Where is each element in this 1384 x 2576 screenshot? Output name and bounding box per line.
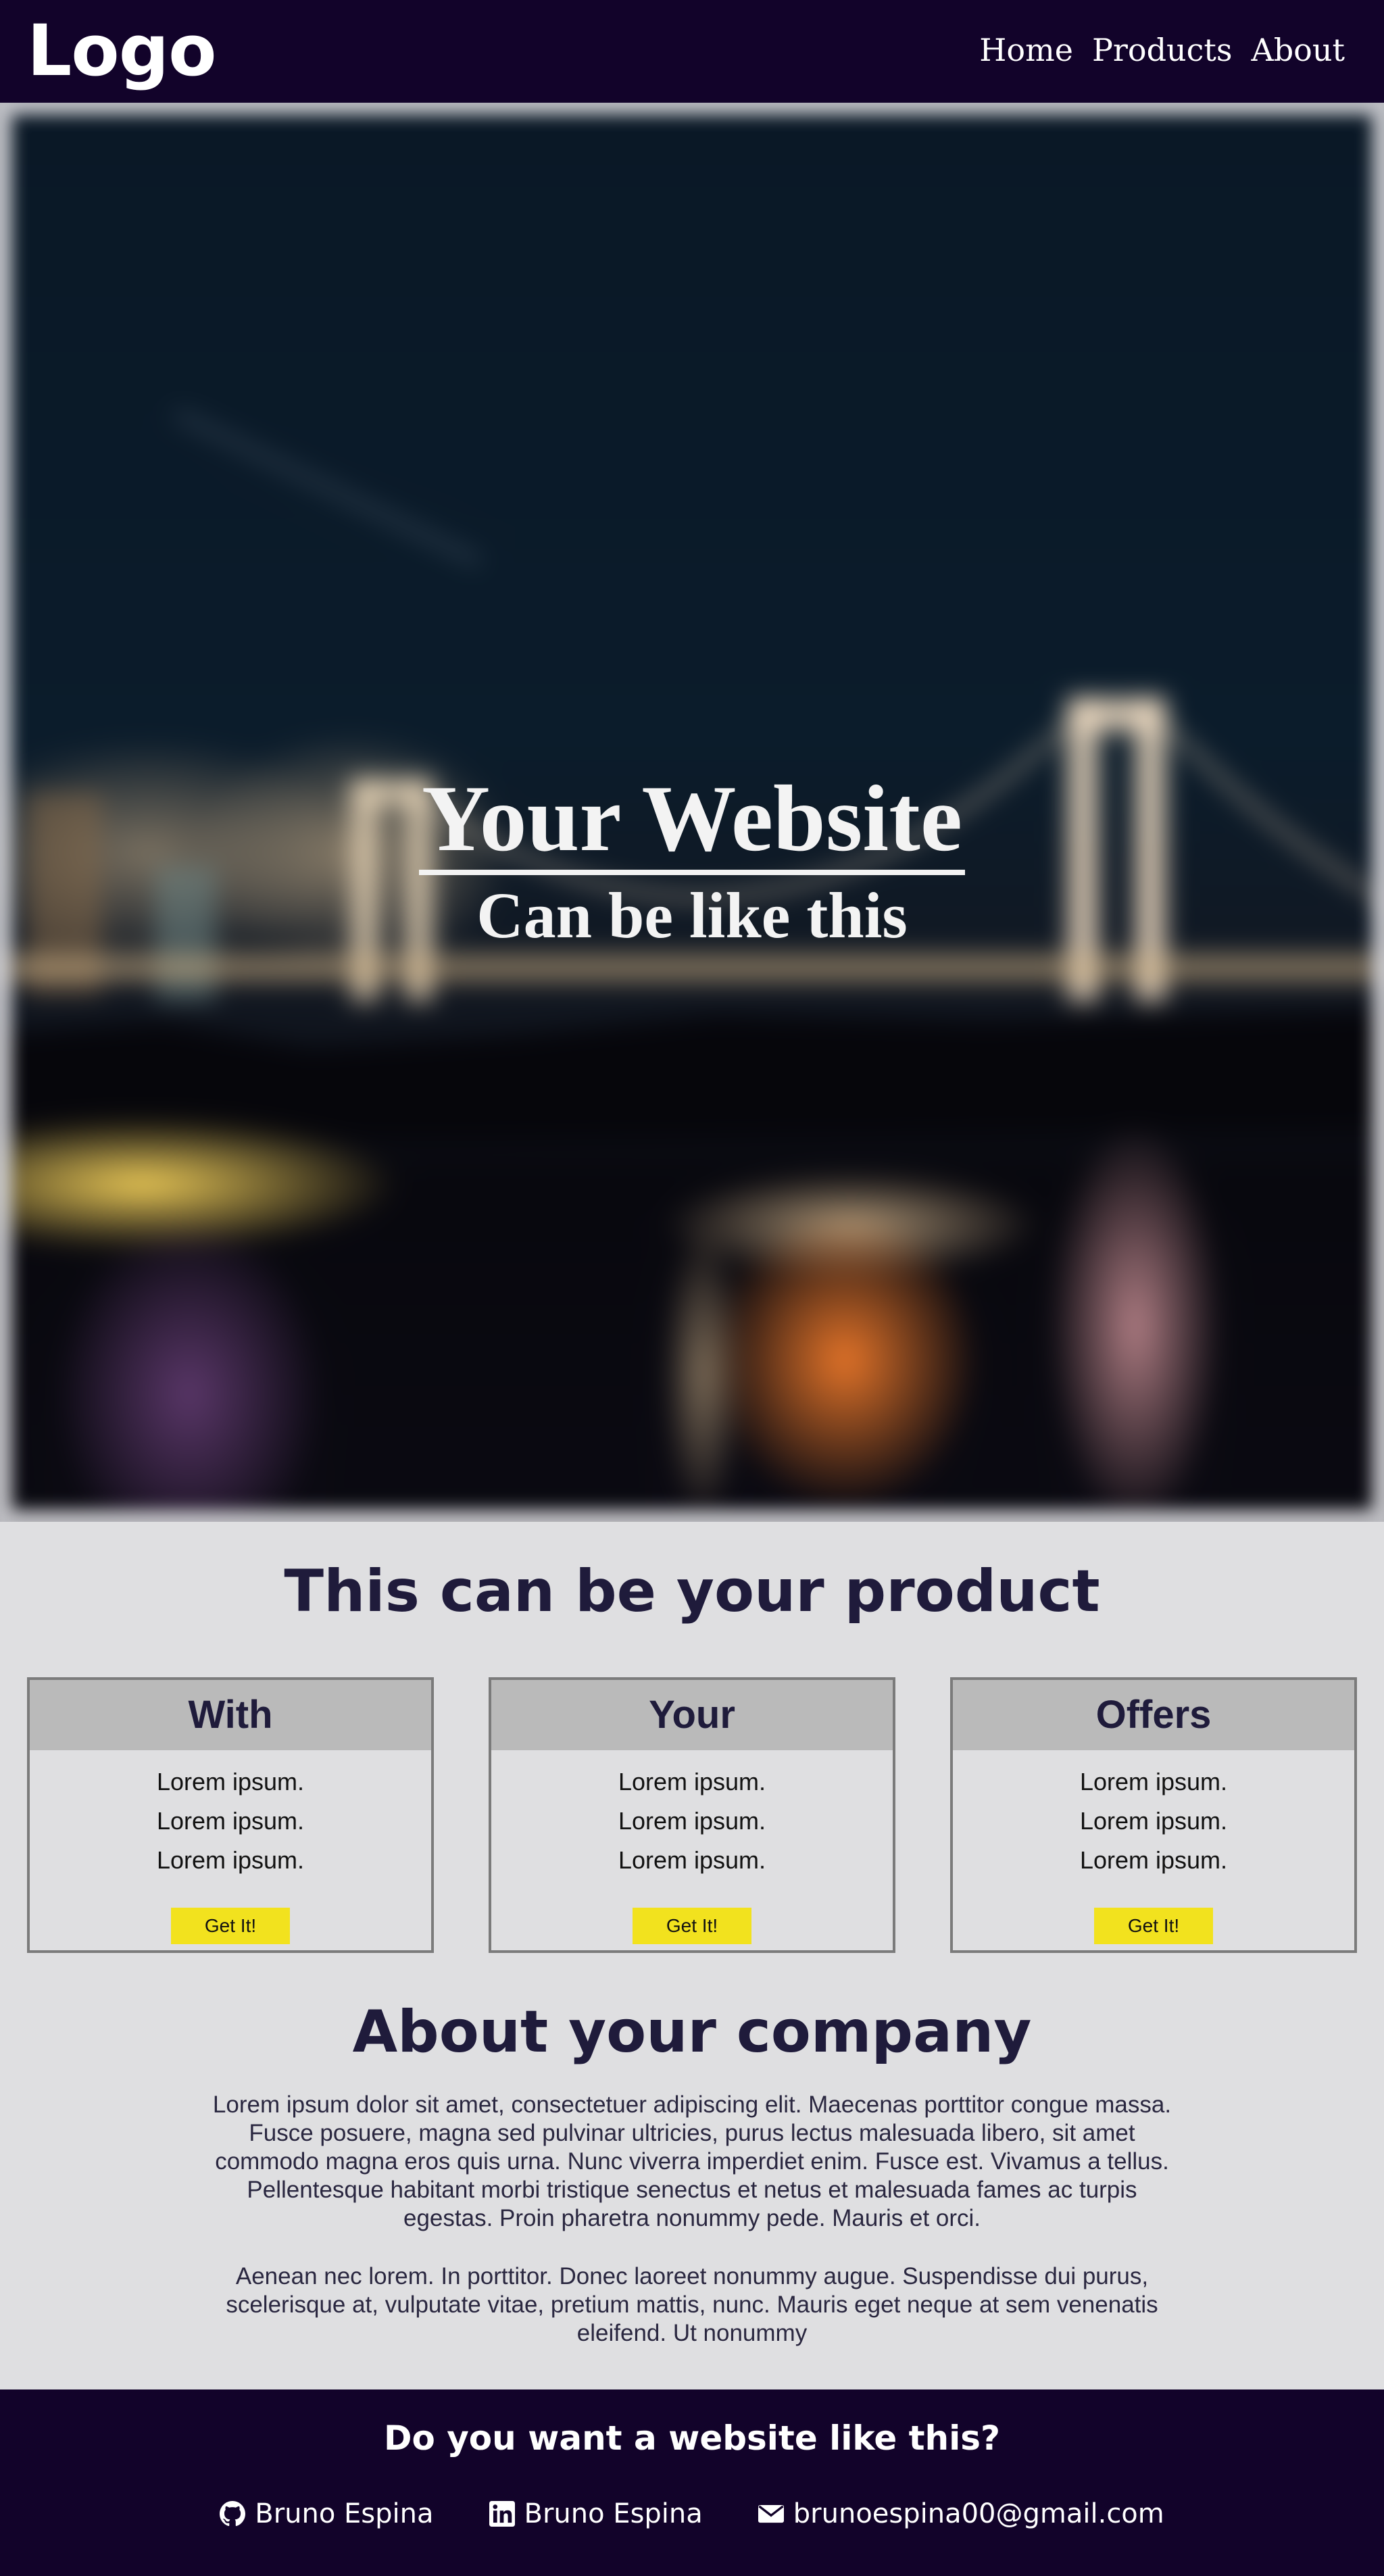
envelope-icon [758, 2504, 784, 2523]
about-paragraph: Lorem ipsum dolor sit amet, consectetuer… [212, 2091, 1172, 2231]
github-icon [220, 2501, 246, 2527]
footer-title: Do you want a website like this? [383, 2419, 1001, 2458]
card-item: Lorem ipsum. [618, 1768, 766, 1795]
card-heading: Your [491, 1680, 893, 1750]
navbar: Logo Home Products About [0, 0, 1384, 103]
card-heading: With [30, 1680, 431, 1750]
linkedin-icon [489, 2501, 515, 2527]
card-item: Lorem ipsum. [618, 1846, 766, 1874]
card-item: Lorem ipsum. [156, 1807, 305, 1835]
email-label: brunoespina00@gmail.com [793, 2498, 1164, 2529]
nav-links: Home Products About [979, 30, 1345, 70]
nav-link-products[interactable]: Products [1092, 30, 1233, 70]
card-item: Lorem ipsum. [156, 1846, 305, 1874]
product-card: Offers Lorem ipsum. Lorem ipsum. Lorem i… [950, 1677, 1357, 1953]
card-item: Lorem ipsum. [1079, 1846, 1228, 1874]
product-card: Your Lorem ipsum. Lorem ipsum. Lorem ips… [489, 1677, 895, 1953]
get-it-button[interactable]: Get It! [633, 1908, 751, 1944]
card-items: Lorem ipsum. Lorem ipsum. Lorem ipsum. [491, 1762, 893, 1880]
products-title: This can be your product [284, 1558, 1100, 1625]
github-label: Bruno Espina [255, 2498, 434, 2529]
hero-section: Your Website Can be like this [0, 103, 1384, 1522]
product-card: With Lorem ipsum. Lorem ipsum. Lorem ips… [27, 1677, 434, 1953]
nav-link-home[interactable]: Home [979, 30, 1073, 70]
hero-title-text: Your Website [419, 768, 965, 875]
card-item: Lorem ipsum. [1079, 1807, 1228, 1835]
nav-link-about[interactable]: About [1252, 30, 1345, 70]
card-items: Lorem ipsum. Lorem ipsum. Lorem ipsum. [953, 1762, 1354, 1880]
contact-links: Bruno Espina Bruno Espina brunoespina00@… [0, 2495, 1384, 2533]
footer: Do you want a website like this? Bruno E… [0, 2389, 1384, 2576]
logo[interactable]: Logo [27, 7, 217, 95]
email-link[interactable]: brunoespina00@gmail.com [758, 2495, 1164, 2533]
about-paragraph: Aenean nec lorem. In porttitor. Donec la… [226, 2263, 1158, 2346]
get-it-button[interactable]: Get It! [1094, 1908, 1213, 1944]
linkedin-link[interactable]: Bruno Espina [489, 2495, 703, 2533]
card-item: Lorem ipsum. [618, 1807, 766, 1835]
hero-subtitle: Can be like this [476, 879, 908, 951]
card-item: Lorem ipsum. [1079, 1768, 1228, 1795]
get-it-button[interactable]: Get It! [171, 1908, 290, 1944]
about-title: About your company [352, 1998, 1032, 2066]
card-heading: Offers [953, 1680, 1354, 1750]
card-items: Lorem ipsum. Lorem ipsum. Lorem ipsum. [30, 1762, 431, 1880]
github-link[interactable]: Bruno Espina [220, 2495, 434, 2533]
linkedin-label: Bruno Espina [524, 2498, 703, 2529]
hero-title: Your Website [0, 765, 1384, 875]
card-item: Lorem ipsum. [156, 1768, 305, 1795]
